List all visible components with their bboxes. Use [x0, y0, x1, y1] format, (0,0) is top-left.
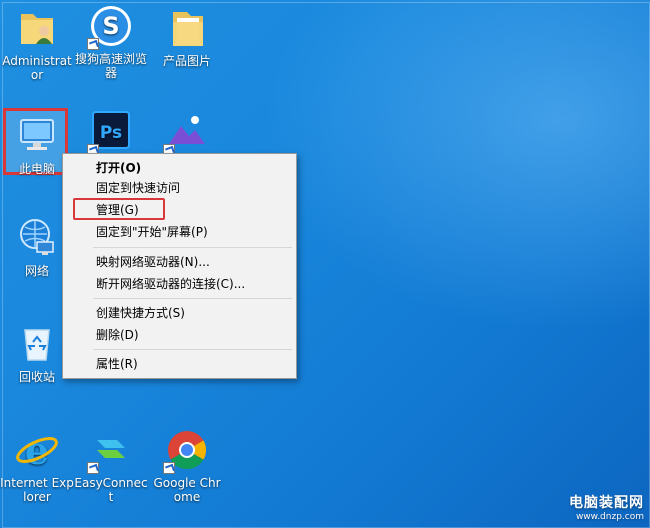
internet-explorer-icon: e — [13, 426, 61, 474]
easyconnect-icon — [87, 426, 135, 474]
icon-label: Administrator — [2, 54, 72, 82]
menu-separator — [93, 298, 292, 299]
menu-item-create-shortcut[interactable]: 创建快捷方式(S) — [96, 303, 185, 323]
icon-label: 搜狗高速浏览器 — [74, 52, 147, 80]
photoshop-icon: Ps — [87, 108, 135, 156]
icon-label: EasyConnect — [74, 476, 148, 504]
svg-text:S: S — [102, 12, 119, 40]
photos-app-icon — [163, 108, 211, 156]
shortcut-arrow-icon — [87, 38, 99, 50]
menu-separator — [93, 247, 292, 248]
icon-label: Internet Explorer — [0, 476, 74, 504]
desktop-icon-photos[interactable] — [150, 108, 224, 158]
folder-icon — [163, 4, 211, 52]
desktop-icon-administrator[interactable]: Administrator — [0, 4, 74, 82]
recycle-bin-icon — [13, 320, 61, 368]
icon-label: Google Chrome — [153, 476, 221, 504]
desktop-icon-photoshop[interactable]: Ps — [74, 108, 148, 158]
desktop-icon-internet-explorer[interactable]: e Internet Explorer — [0, 426, 74, 504]
desktop-icon-sogou-browser[interactable]: S 搜狗高速浏览器 — [74, 2, 148, 80]
shortcut-arrow-icon — [163, 462, 175, 474]
network-icon — [13, 214, 61, 262]
menu-item-map-drive[interactable]: 映射网络驱动器(N)... — [96, 252, 210, 272]
menu-item-open[interactable]: 打开(O) — [96, 158, 141, 178]
user-folder-icon — [13, 4, 61, 52]
menu-item-delete[interactable]: 删除(D) — [96, 325, 139, 345]
desktop-icon-easyconnect[interactable]: EasyConnect — [74, 426, 148, 504]
menu-item-properties[interactable]: 属性(R) — [96, 354, 138, 374]
watermark-url: www.dnzp.com — [575, 512, 644, 522]
chrome-icon — [163, 426, 211, 474]
computer-icon — [13, 112, 61, 160]
menu-separator — [93, 349, 292, 350]
menu-item-disconnect-drive[interactable]: 断开网络驱动器的连接(C)... — [96, 274, 245, 294]
sogou-browser-icon: S — [87, 2, 135, 50]
svg-text:Ps: Ps — [100, 123, 122, 143]
context-menu: 打开(O) 固定到快速访问 管理(G) 固定到"开始"屏幕(P) 映射网络驱动器… — [62, 153, 297, 379]
desktop-icon-product-images[interactable]: 产品图片 — [150, 4, 224, 68]
shortcut-arrow-icon — [87, 462, 99, 474]
menu-item-pin-quick-access[interactable]: 固定到快速访问 — [96, 178, 180, 198]
desktop-icon-google-chrome[interactable]: Google Chrome — [150, 426, 224, 504]
watermark: 电脑装配网 www.dnzp.com — [569, 492, 644, 522]
manage-highlight-box — [73, 198, 165, 220]
svg-text:e: e — [25, 428, 49, 473]
icon-label: 产品图片 — [162, 54, 211, 68]
menu-item-pin-start[interactable]: 固定到"开始"屏幕(P) — [96, 222, 208, 242]
watermark-title: 电脑装配网 — [569, 495, 644, 511]
